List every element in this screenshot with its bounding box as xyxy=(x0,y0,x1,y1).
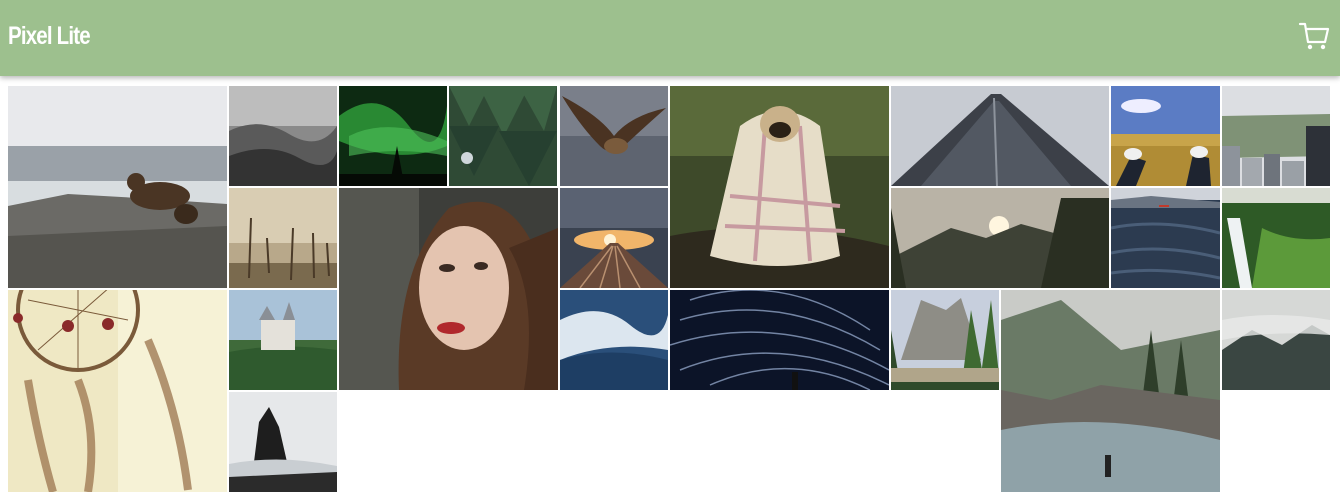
photo-castle[interactable] xyxy=(229,290,337,390)
photo-woman-portrait[interactable] xyxy=(339,188,558,390)
photo-railway-sunset[interactable] xyxy=(560,188,668,288)
photo-pug-blanket[interactable] xyxy=(670,86,889,288)
photo-aurora[interactable] xyxy=(339,86,447,186)
photo-bear[interactable] xyxy=(8,86,227,288)
photo-eagle[interactable] xyxy=(560,86,668,186)
photo-ocean-wave[interactable] xyxy=(560,290,668,390)
photo-waterfall[interactable] xyxy=(1222,188,1330,288)
photo-star-trails[interactable] xyxy=(670,290,889,390)
photo-misty-forest[interactable] xyxy=(229,86,337,186)
shopping-cart-icon[interactable] xyxy=(1298,20,1330,52)
photo-sneakers-field[interactable] xyxy=(1111,86,1220,186)
photo-yosemite[interactable] xyxy=(891,290,999,390)
photo-dead-trees[interactable] xyxy=(229,188,337,288)
photo-mountain-sunset[interactable] xyxy=(891,188,1109,288)
photo-dreamcatcher[interactable] xyxy=(8,290,227,492)
photo-river-fog[interactable] xyxy=(1001,290,1220,492)
photo-skyscraper[interactable] xyxy=(891,86,1109,186)
photo-misty-mountain[interactable] xyxy=(1222,290,1330,390)
photo-pine-forest[interactable] xyxy=(449,86,557,186)
photo-lake-boat[interactable] xyxy=(1111,188,1220,288)
photo-sea-stack[interactable] xyxy=(229,392,337,492)
brand-title[interactable]: Pixel Lite xyxy=(8,22,91,51)
photo-city-park[interactable] xyxy=(1222,86,1330,186)
top-app-bar: Pixel Lite xyxy=(0,0,1340,76)
